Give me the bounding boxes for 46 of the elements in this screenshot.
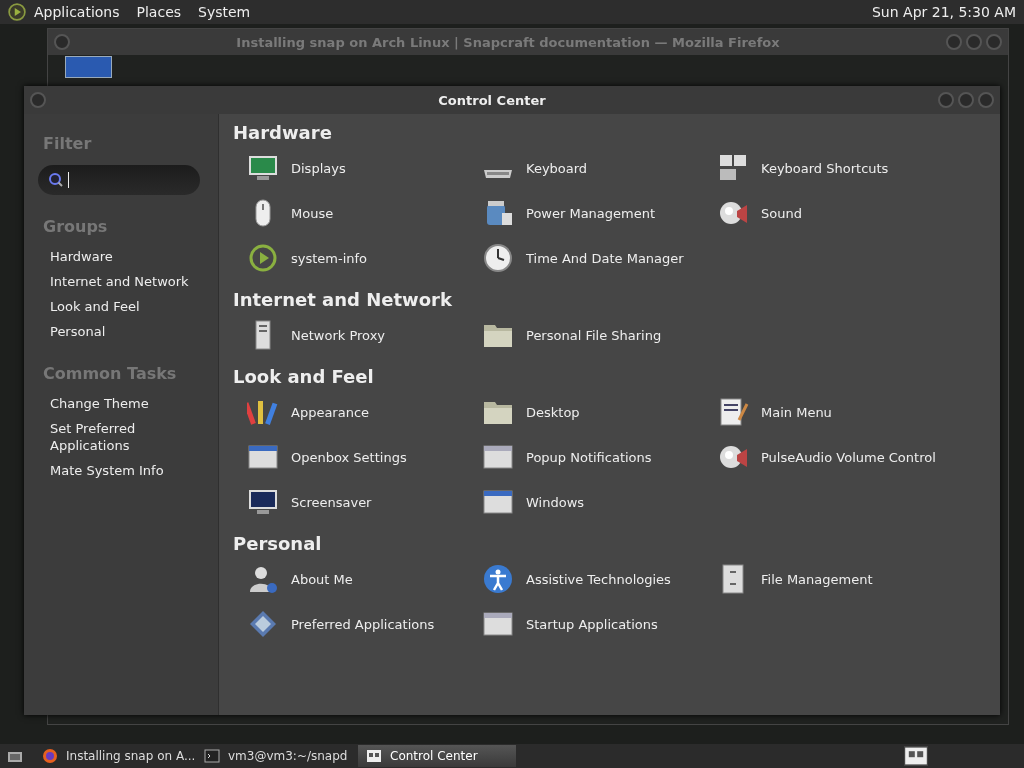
group-link[interactable]: Hardware (50, 248, 189, 265)
applet-link[interactable]: PulseAudio Volume Control (761, 449, 936, 465)
applet-link[interactable]: Main Menu (761, 404, 832, 420)
applet-link[interactable]: Assistive Technologies (526, 571, 671, 587)
section-heading: Personal (233, 533, 323, 554)
applet-link[interactable]: Keyboard Shortcuts (761, 160, 889, 176)
sidebar-heading: Filter (43, 134, 92, 153)
panel-menu[interactable]: Places (136, 4, 182, 20)
applet-link[interactable]: Screensaver (291, 494, 372, 510)
section-heading: Internet and Network (233, 289, 453, 310)
taskbar-button[interactable]: vm3@vm3:~/snapd (196, 745, 354, 767)
applet-link[interactable]: About Me (291, 571, 353, 587)
applet-link[interactable]: Network Proxy (291, 327, 386, 343)
applet-link[interactable]: Displays (291, 160, 346, 176)
panel-menu[interactable]: Applications (34, 4, 120, 20)
taskbar-button[interactable]: Installing snap on A... (34, 745, 192, 767)
applet-link[interactable]: Desktop (526, 404, 580, 420)
task-link[interactable]: Change Theme (50, 395, 180, 412)
group-link[interactable]: Look and Feel (50, 298, 189, 315)
taskbar-button[interactable]: Control Center (358, 745, 516, 767)
applet-link[interactable]: Personal File Sharing (526, 327, 662, 343)
applet-link[interactable]: Startup Applications (526, 616, 658, 632)
applet-link[interactable]: Keyboard (526, 160, 588, 176)
applet-link[interactable]: Power Management (526, 205, 656, 221)
applet-link[interactable]: Preferred Applications (291, 616, 435, 632)
task-link[interactable]: Mate System Info (50, 462, 180, 479)
group-link[interactable]: Internet and Network (50, 273, 189, 290)
panel-menu[interactable]: System (198, 4, 251, 20)
applet-link[interactable]: Time And Date Manager (526, 250, 684, 266)
clock[interactable]: Sun Apr 21, 5:30 AM (872, 4, 1016, 20)
applet-link[interactable]: system-info (291, 250, 368, 266)
window-title: Control Center (437, 92, 547, 108)
window-title: Installing snap on Arch Linux | Snapcraft documentation — Mozilla Firefox (235, 34, 781, 50)
sidebar-heading: Groups (43, 217, 108, 236)
applet-link[interactable]: Popup Notifications (526, 449, 652, 465)
applet-link[interactable]: Sound (761, 205, 802, 221)
applet-link[interactable]: File Management (761, 571, 873, 587)
applet-link[interactable]: Appearance (291, 404, 370, 420)
task-link[interactable]: Set Preferred Applications (50, 420, 180, 454)
section-heading: Hardware (233, 122, 333, 143)
applet-link[interactable]: Openbox Settings (291, 449, 407, 465)
group-link[interactable]: Personal (50, 323, 189, 340)
section-heading: Look and Feel (233, 366, 375, 387)
sidebar-heading: Common Tasks (43, 364, 177, 383)
applet-link[interactable]: Mouse (291, 205, 334, 221)
applet-link[interactable]: Windows (526, 494, 585, 510)
